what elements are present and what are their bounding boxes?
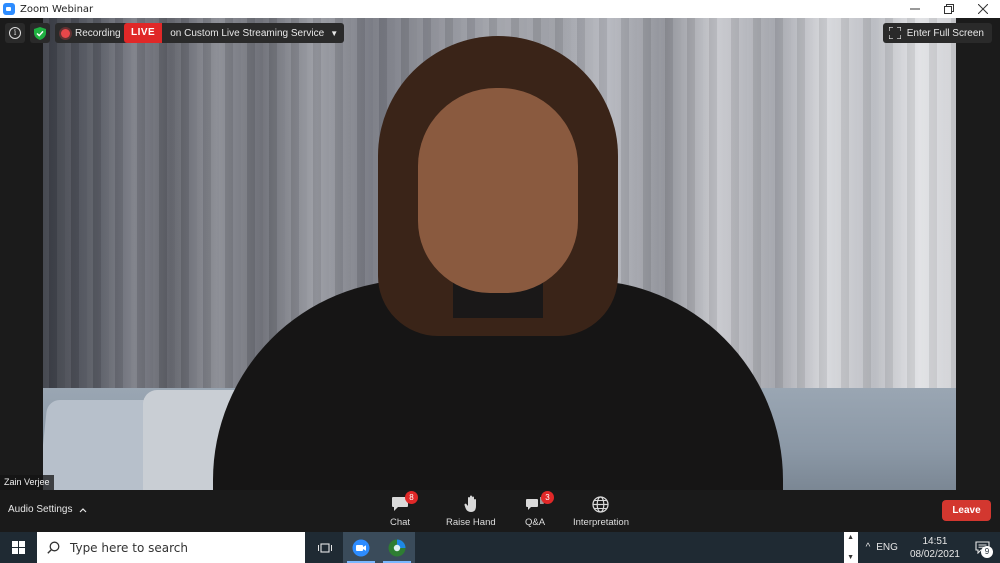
tray-scrollbar[interactable]: ▲ ▼: [843, 532, 858, 563]
start-button[interactable]: [0, 532, 37, 563]
chat-button[interactable]: 8 Chat: [390, 491, 419, 528]
shield-check-icon: [34, 26, 46, 40]
recording-indicator[interactable]: Recording: [55, 23, 129, 43]
minimize-icon: [910, 8, 920, 10]
qa-button[interactable]: 3 Q&A: [525, 491, 555, 528]
leave-button[interactable]: Leave: [942, 500, 991, 521]
system-tray: ▲ ▼ ^ ENG 14:51 08/02/2021 9: [843, 532, 1000, 563]
zoom-app-icon: [3, 3, 15, 15]
live-stream-dropdown[interactable]: LIVE on Custom Live Streaming Service ▼: [124, 23, 345, 43]
window-titlebar: Zoom Webinar: [0, 0, 1000, 18]
windows-logo-icon: [12, 541, 25, 554]
minimize-button[interactable]: [898, 0, 932, 18]
interpretation-label: Interpretation: [573, 517, 629, 528]
taskbar-browser-app[interactable]: [379, 532, 415, 563]
chat-badge: 8: [405, 491, 419, 504]
globe-icon: [592, 495, 610, 513]
live-stream-label: on Custom Live Streaming Service: [170, 27, 325, 39]
chevron-up-icon: [79, 507, 86, 512]
clock-time: 14:51: [922, 535, 948, 547]
record-dot-icon: [61, 28, 70, 38]
scroll-down-icon[interactable]: ▼: [847, 554, 854, 561]
windows-taskbar: Type here to search ▲ ▼ ^ ENG 14:51 08/0…: [0, 532, 1000, 563]
task-view-button[interactable]: [307, 532, 343, 563]
raise-hand-label: Raise Hand: [446, 517, 496, 528]
show-hidden-icons-chevron-icon[interactable]: ^: [866, 542, 871, 553]
qa-badge: 3: [541, 491, 555, 504]
restore-button[interactable]: [932, 0, 966, 18]
speaker-video: [43, 18, 956, 490]
browser-globe-icon: [388, 539, 406, 556]
recording-label: Recording: [75, 27, 121, 39]
qa-label: Q&A: [525, 517, 546, 528]
window-controls: [898, 0, 1000, 18]
enter-fullscreen-button[interactable]: Enter Full Screen: [882, 23, 992, 43]
info-icon: i: [9, 27, 21, 39]
taskbar-search-box[interactable]: Type here to search: [37, 532, 305, 563]
participant-name-label: Zain Verjee: [0, 475, 54, 490]
taskbar-zoom-app[interactable]: [343, 532, 379, 563]
close-icon: [978, 4, 988, 14]
language-indicator[interactable]: ENG: [876, 542, 898, 553]
clock-date: 08/02/2021: [909, 548, 960, 560]
search-icon: [47, 541, 60, 554]
restore-icon: [944, 4, 954, 14]
live-badge: LIVE: [124, 23, 163, 43]
audio-settings-button[interactable]: Audio Settings: [8, 504, 87, 515]
meeting-info-button[interactable]: i: [5, 23, 25, 43]
raise-hand-icon: [464, 495, 476, 512]
fullscreen-icon: [888, 27, 901, 39]
video-stage: i Recording LIVE on Custom Live Streamin…: [0, 18, 1000, 490]
task-view-icon: [318, 542, 332, 553]
action-center-button[interactable]: 9: [970, 532, 994, 563]
taskbar-clock[interactable]: 14:51 08/02/2021: [910, 535, 960, 561]
scroll-up-icon[interactable]: ▲: [847, 534, 854, 541]
meeting-toolbar: Audio Settings 8 Chat Raise Hand 3 Q&A I…: [0, 490, 1000, 532]
audio-settings-label: Audio Settings: [8, 504, 73, 515]
security-button[interactable]: [30, 23, 50, 43]
search-placeholder: Type here to search: [70, 540, 188, 555]
window-title: Zoom Webinar: [20, 3, 94, 15]
caret-down-icon: ▼: [330, 28, 339, 38]
fullscreen-label: Enter Full Screen: [906, 27, 984, 39]
chat-label: Chat: [390, 517, 411, 528]
zoom-icon: [352, 539, 370, 556]
close-button[interactable]: [966, 0, 1000, 18]
notification-count-badge: 9: [981, 546, 993, 558]
raise-hand-button[interactable]: Raise Hand: [446, 493, 496, 528]
interpretation-button[interactable]: Interpretation: [573, 493, 629, 528]
